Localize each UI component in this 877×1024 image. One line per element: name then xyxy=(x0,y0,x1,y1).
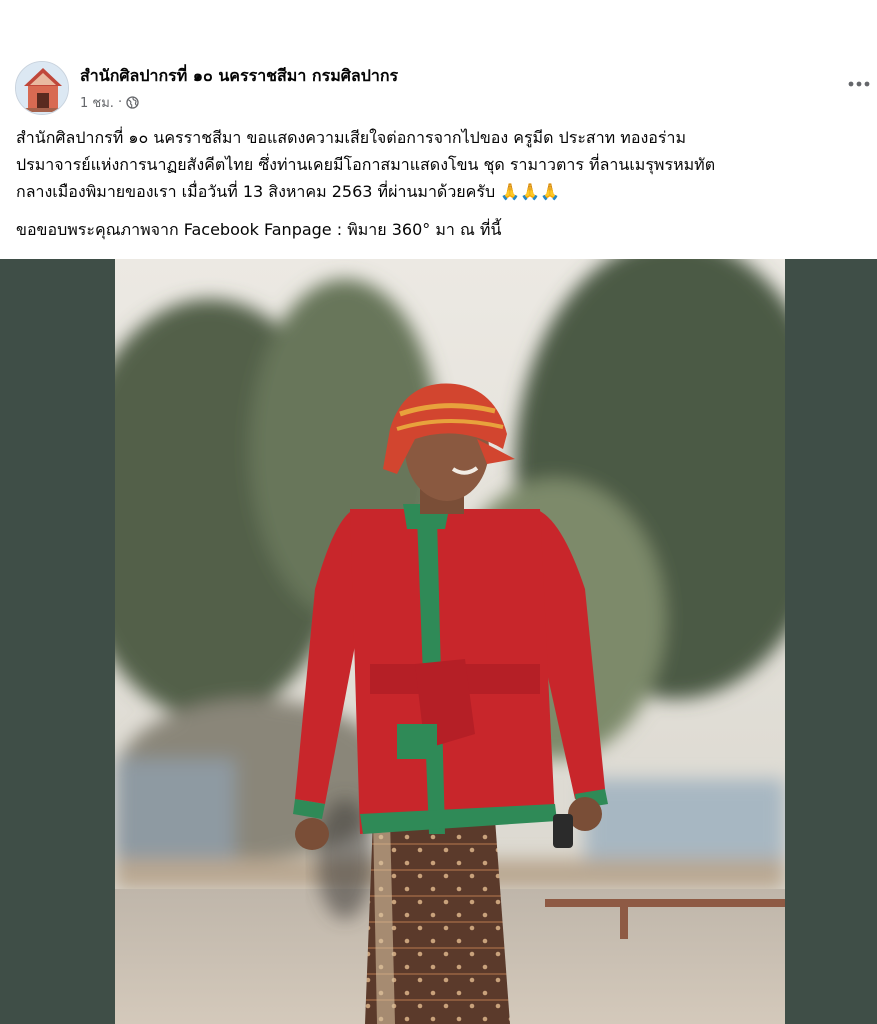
more-options-icon xyxy=(848,81,870,87)
post-body: สำนักศิลปากรที่ ๑๐ นครราชสีมา ขอแสดงความ… xyxy=(16,124,866,243)
post-text-line: กลางเมืองพิมายของเรา เมื่อวันที่ 13 สิงห… xyxy=(16,182,560,201)
post-header: สำนักศิลปากรที่ ๑๐ นครราชสีมา กรมศิลปากร… xyxy=(0,0,877,125)
post-media[interactable] xyxy=(0,259,877,1024)
meta-separator: · xyxy=(117,95,123,110)
performer-photo xyxy=(115,259,785,1024)
page-name[interactable]: สำนักศิลปากรที่ ๑๐ นครราชสีมา กรมศิลปากร xyxy=(80,64,398,89)
globe-icon[interactable] xyxy=(126,96,139,109)
more-options-button[interactable] xyxy=(847,72,871,96)
post-text-line: ปรมาจารย์แห่งการนาฏยสังคีตไทย ซึ่งท่านเค… xyxy=(16,155,716,174)
photo-credit: ขอขอบพระคุณภาพจาก Facebook Fanpage : พิม… xyxy=(16,220,502,239)
post-photo[interactable] xyxy=(115,259,785,1024)
post-text-line: สำนักศิลปากรที่ ๑๐ นครราชสีมา ขอแสดงความ… xyxy=(16,128,687,147)
post-time[interactable]: 1 ชม. xyxy=(80,92,114,113)
shrine-logo-icon xyxy=(16,62,68,114)
post-meta: 1 ชม. · xyxy=(80,92,139,113)
page-avatar[interactable] xyxy=(15,61,69,115)
